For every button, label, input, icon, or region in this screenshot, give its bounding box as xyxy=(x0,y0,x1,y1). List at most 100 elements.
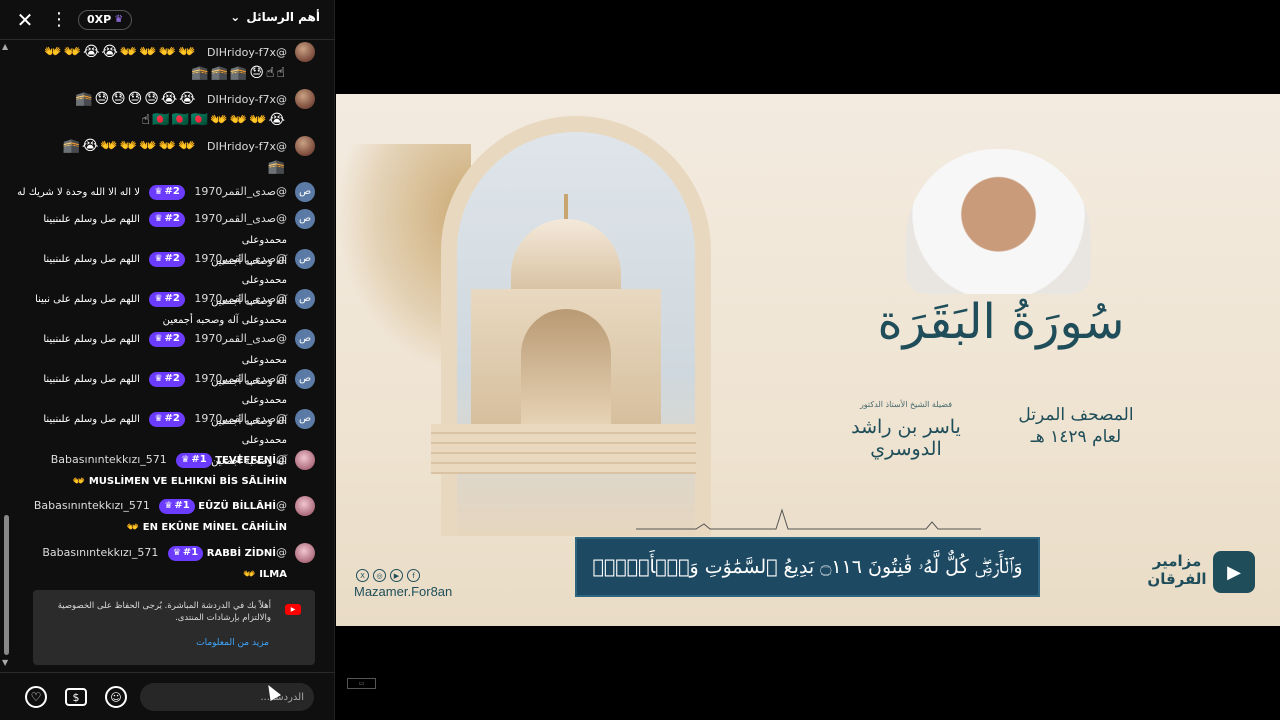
rank-label: #2 xyxy=(164,333,180,344)
chevron-down-icon: ⌄ xyxy=(230,10,241,24)
message-text: RABBİ ZİDNİ xyxy=(206,548,276,559)
message-text: 👐👐👐👐👐😭🕋 xyxy=(62,138,198,154)
rank-badge: ♛ #2 xyxy=(149,251,185,267)
rank-badge: ♛ #2 xyxy=(149,411,185,427)
more-vert-icon[interactable]: ⋮ xyxy=(48,9,70,31)
avatar[interactable]: ص xyxy=(295,369,315,389)
emoji-icon[interactable]: ☺ xyxy=(105,686,127,708)
mushaf-line2: لعام ١٤٢٩ هـ xyxy=(1030,427,1122,447)
chat-message: @DIHridoy-f7x 👐👐👐👐😭😭👐👐 ☝☝😓🕋🕋🕋 xyxy=(14,42,315,84)
message-text-line2: 😭👐👐👐🇧🇩🇧🇩🇧🇩☝ xyxy=(141,112,287,128)
rank-badge: ♛ #2 xyxy=(149,211,185,227)
author-name[interactable]: @صدى_القمر1970 xyxy=(194,412,287,425)
mosque-steps xyxy=(431,424,696,474)
message-text: EÛZÜ BİLLÂHİ xyxy=(198,501,276,512)
crown-icon: ♛ xyxy=(114,14,124,25)
reciter-portrait xyxy=(906,149,1091,294)
chat-message: @DIHridoy-f7x 😭😭😓😓😓😓🕋 😭👐👐👐🇧🇩🇧🇩🇧🇩☝ xyxy=(14,89,315,131)
message-text: لا اله الا الله وحدة لا شريك له xyxy=(17,187,140,198)
close-icon[interactable]: ✕ xyxy=(14,8,36,32)
author-name[interactable]: @صدى_القمر1970 xyxy=(194,292,287,305)
rank-badge: ♛ #1 xyxy=(176,452,212,468)
chat-message: ص @صدى_القمر1970 ♛ #2 لا اله الا الله وحد… xyxy=(14,182,315,203)
author-name[interactable]: @DIHridoy-f7x xyxy=(207,46,287,59)
avatar[interactable]: ص xyxy=(295,249,315,269)
author-name[interactable]: @صدى_القمر1970 xyxy=(194,332,287,345)
avatar[interactable] xyxy=(295,89,315,109)
author-name[interactable]: @صدى_القمر1970 xyxy=(194,252,287,265)
avatar[interactable]: ص xyxy=(295,329,315,349)
mini-player-icon[interactable]: ▭ xyxy=(347,678,376,689)
audio-waveform xyxy=(636,508,981,530)
message-text: 👐👐👐👐😭😭👐👐 xyxy=(44,44,198,60)
chat-message: @Babasınıntekkızı_571 ♛ #1 TEVEFFENİ MUSL… xyxy=(14,450,315,492)
heart-icon[interactable]: ♡ xyxy=(25,686,47,708)
author-name[interactable]: @صدى_القمر1970 xyxy=(194,372,287,385)
rank-label: #2 xyxy=(164,186,180,197)
mushaf-line1: المصحف المرتل xyxy=(1018,405,1134,425)
reciter-name: ياسر بن راشد الدوسري xyxy=(851,416,961,460)
rank-badge: ♛ #2 xyxy=(149,331,185,347)
chat-footer: ♡ $ ☺ الدردشة... xyxy=(0,672,334,720)
message-text-line2: ☝☝😓🕋🕋🕋 xyxy=(191,65,287,81)
message-text-line2: MUSLİMEN VE ELHIKNİ BİS SÂLİHİN 👐 xyxy=(72,476,287,487)
waveform-line xyxy=(636,508,981,530)
mosque-spire xyxy=(564,194,568,222)
chat-input[interactable]: الدردشة... xyxy=(140,683,314,711)
avatar[interactable] xyxy=(295,543,315,563)
message-text-line2: 🕋 xyxy=(267,159,287,175)
live-chat-panel: ✕ ⋮ 0XP ♛ أهم الرسائل ⌄ ▲ ▼ @DIHridoy-f7… xyxy=(0,0,335,720)
channel-handle: Mazamer.For8an xyxy=(354,584,453,599)
rank-label: #2 xyxy=(164,293,180,304)
message-text-line2: EN EKÛNE MİNEL CÂHİLİN 👐 xyxy=(126,522,287,533)
author-name[interactable]: @DIHridoy-f7x xyxy=(207,93,287,106)
rank-label: #2 xyxy=(164,373,180,384)
reciter-name-block: فضيلة الشيخ الأستاذ الدكتور ياسر بن راشد… xyxy=(826,394,986,460)
crown-icon: ♛ xyxy=(154,187,163,197)
avatar[interactable] xyxy=(295,496,315,516)
avatar[interactable] xyxy=(295,450,315,470)
chat-message: @Babasınıntekkızı_571 ♛ #1 RABBİ ZİDNİ IL… xyxy=(14,543,315,585)
chat-message: @Babasınıntekkızı_571 ♛ #1 EÛZÜ BİLLÂHİ E… xyxy=(14,496,315,538)
crown-icon: ♛ xyxy=(154,254,163,264)
super-chat-icon[interactable]: $ xyxy=(65,688,87,706)
verse-text: وَٱلۡأَرۡضِۖ كُلٌّ لَّهُۥ قَٰنِتُونَ ۝١١… xyxy=(592,556,1023,578)
rank-label: #2 xyxy=(164,253,180,264)
author-name[interactable]: @صدى_القمر1970 xyxy=(194,185,287,198)
avatar[interactable] xyxy=(295,42,315,62)
author-name[interactable]: @DIHridoy-f7x xyxy=(207,140,287,153)
video-frame[interactable]: سُورَةُ البَقَرَة فضيلة الشيخ الأستاذ ال… xyxy=(336,94,1280,626)
crown-icon: ♛ xyxy=(154,334,163,344)
avatar[interactable]: ص xyxy=(295,182,315,202)
chat-header: ✕ ⋮ 0XP ♛ أهم الرسائل ⌄ xyxy=(0,0,334,40)
chat-message: ص @صدى_القمر1970 ♛ #2 اللهم صل وسلم على ن… xyxy=(14,289,315,331)
rank-badge: ♛ #1 xyxy=(167,545,204,561)
xp-badge[interactable]: 0XP ♛ xyxy=(78,9,133,30)
social-icons: X ◎ ▶ f xyxy=(356,569,420,582)
scroll-down-arrow-icon[interactable]: ▼ xyxy=(2,658,8,667)
rank-label: #1 xyxy=(191,454,207,465)
verse-caption-box: وَٱلۡأَرۡضِۖ كُلٌّ لَّهُۥ قَٰنِتُونَ ۝١١… xyxy=(575,537,1040,597)
avatar[interactable]: ص xyxy=(295,209,315,229)
rank-label: #2 xyxy=(164,213,180,224)
rank-label: #1 xyxy=(174,500,190,511)
more-info-link[interactable]: مزيد من المعلومات xyxy=(33,638,269,648)
crown-icon: ♛ xyxy=(154,374,163,384)
crown-icon: ♛ xyxy=(154,294,163,304)
crown-icon: ♛ xyxy=(172,548,181,558)
chat-message-list: @DIHridoy-f7x 👐👐👐👐😭😭👐👐 ☝☝😓🕋🕋🕋 @DIHridoy-… xyxy=(0,40,334,585)
surah-title: سُورَةُ البَقَرَة xyxy=(877,294,1125,350)
channel-logo-text: مزامير الفرقان xyxy=(1146,552,1208,588)
top-messages-dropdown[interactable]: أهم الرسائل ⌄ xyxy=(230,10,320,24)
crown-icon: ♛ xyxy=(154,214,163,224)
avatar[interactable] xyxy=(295,136,315,156)
top-messages-label: أهم الرسائل xyxy=(246,10,320,24)
chat-welcome-notice: ▶ أهلاً بك في الدردشة المباشرة. يُرجى ال… xyxy=(33,590,315,665)
youtube-icon: ▶ xyxy=(390,569,403,582)
message-text: 😭😭😓😓😓😓🕋 xyxy=(75,91,198,107)
avatar[interactable]: ص xyxy=(295,289,315,309)
logo-line1: مزامير xyxy=(1152,552,1202,570)
avatar[interactable]: ص xyxy=(295,409,315,429)
youtube-icon: ▶ xyxy=(285,604,301,615)
author-name[interactable]: @صدى_القمر1970 xyxy=(194,212,287,225)
